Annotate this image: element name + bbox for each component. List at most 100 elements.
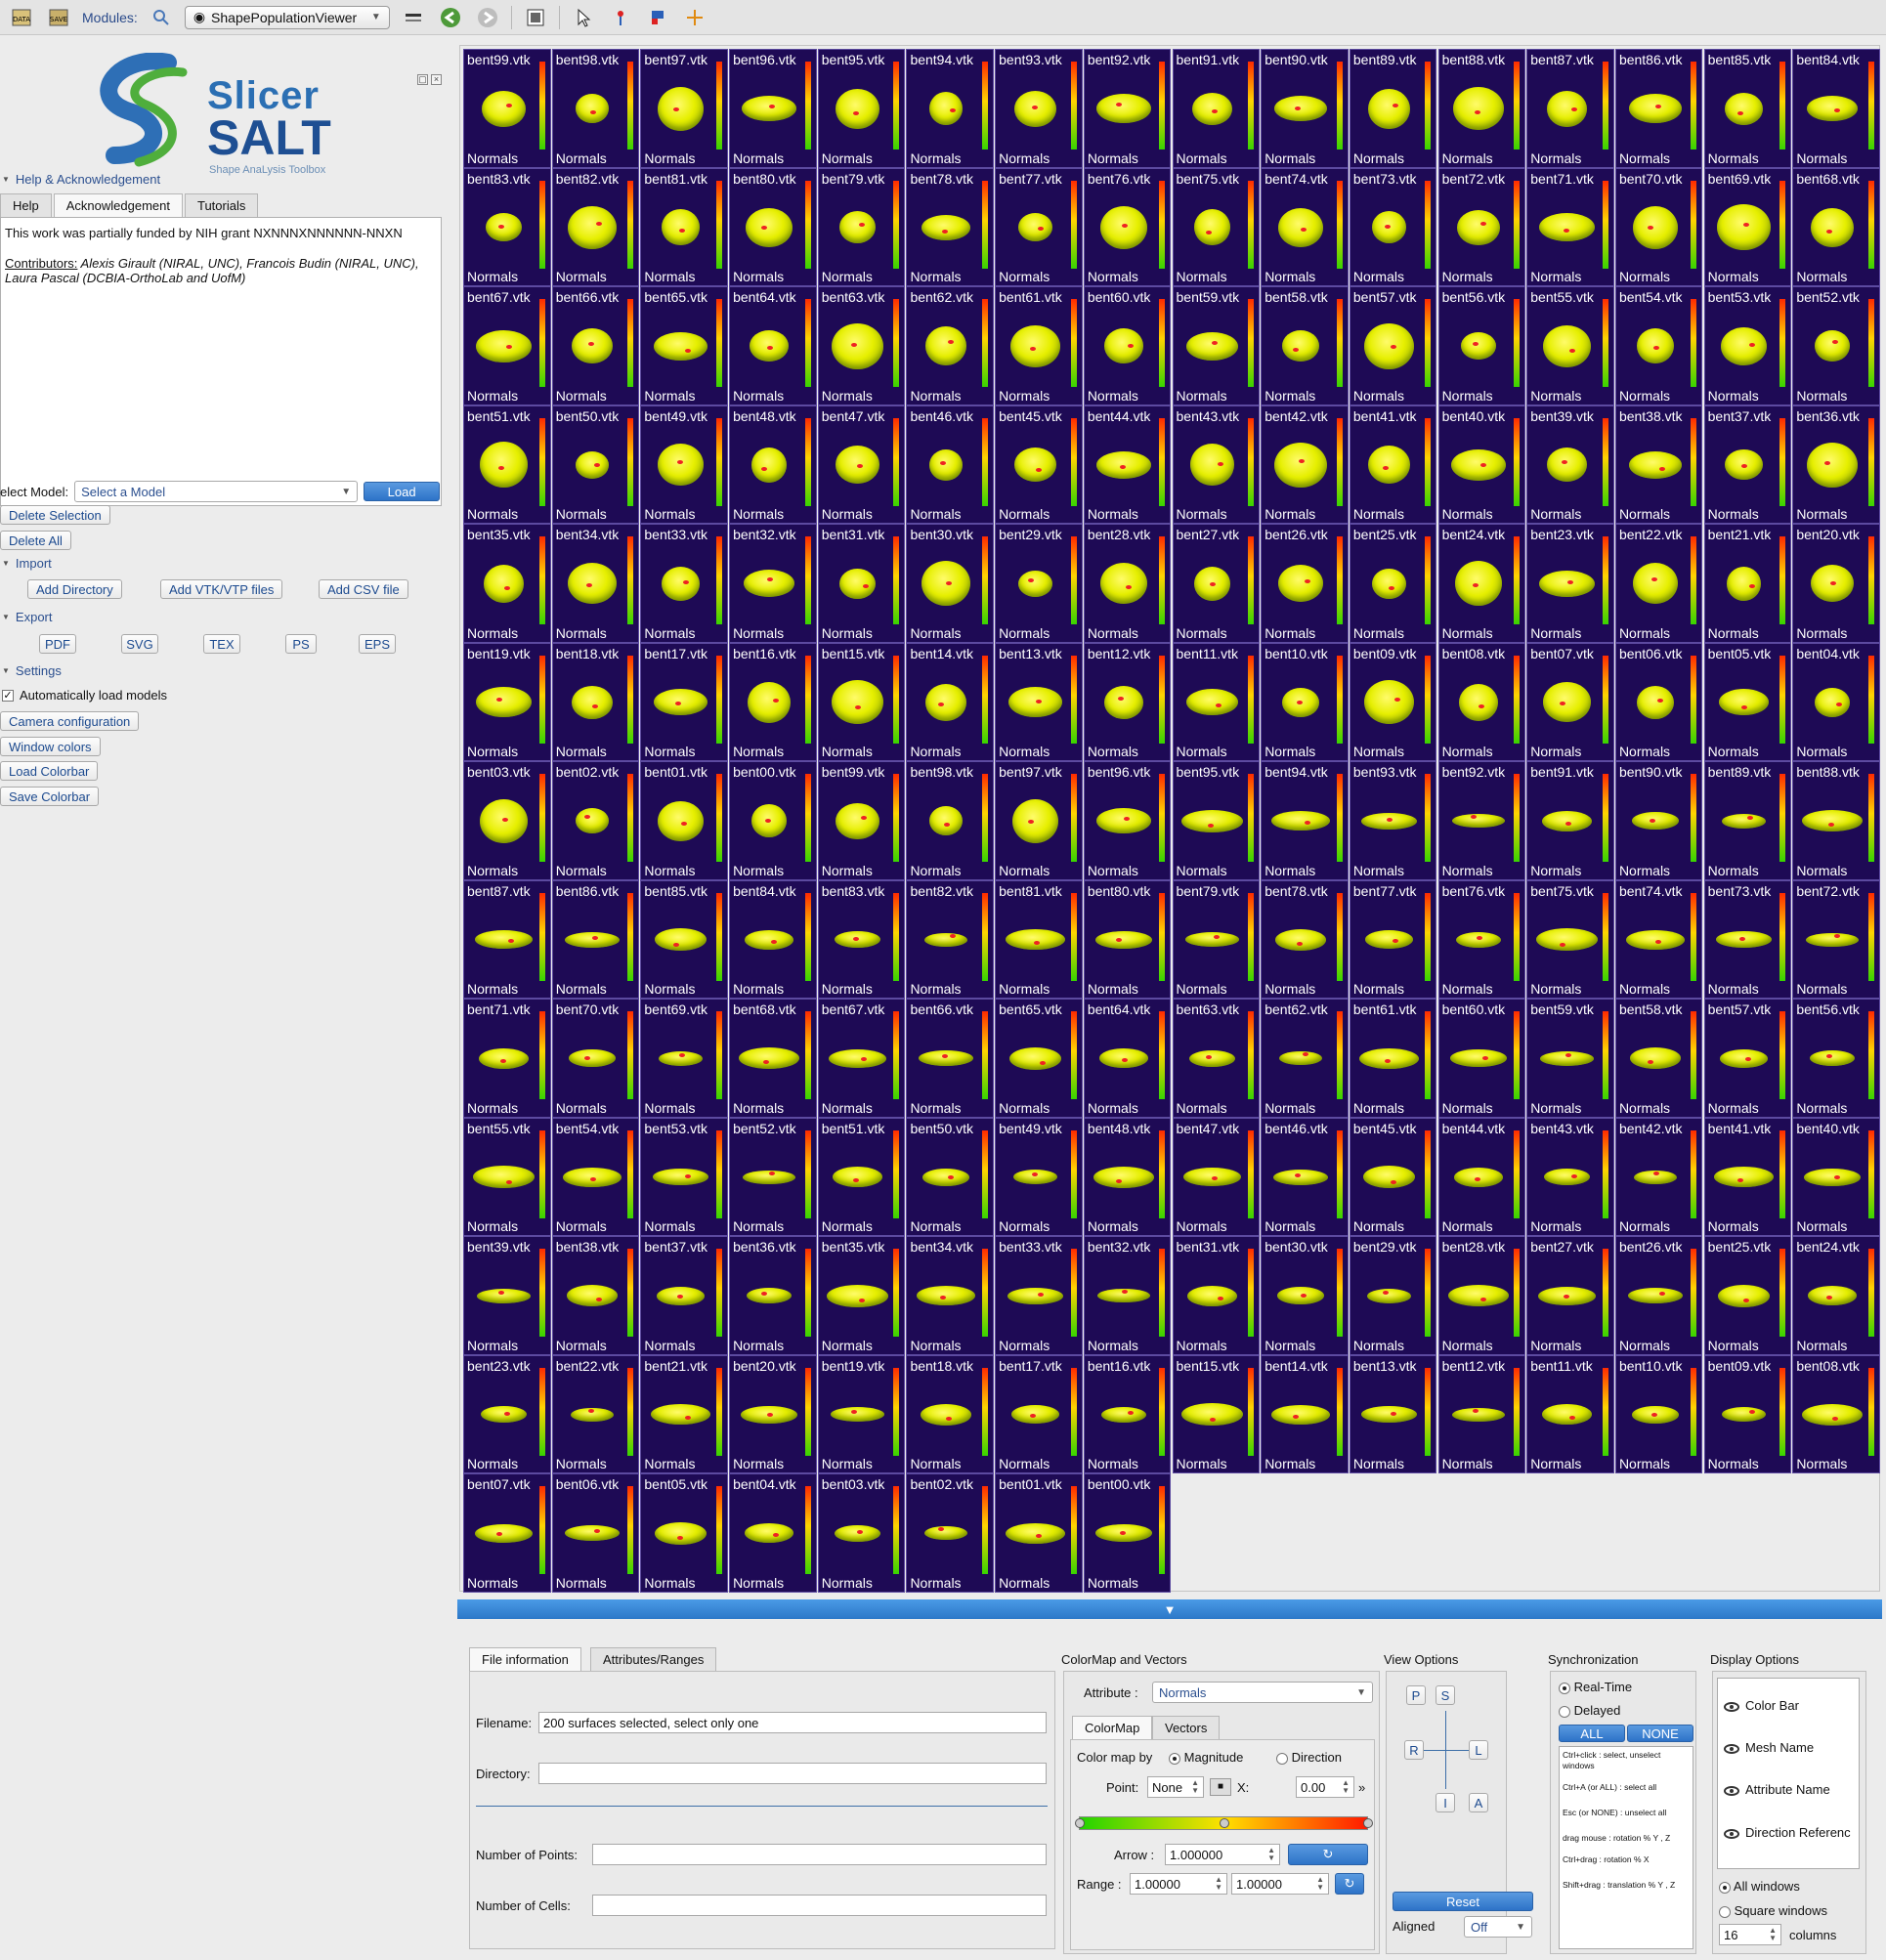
camera-config-button[interactable]: Camera configuration xyxy=(0,711,140,731)
render-window[interactable]: bent15.vtk Normals xyxy=(817,642,906,761)
window-colors-button[interactable]: Window colors xyxy=(0,737,101,756)
render-window[interactable]: bent30.vtk Normals xyxy=(906,524,994,643)
render-window[interactable]: bent51.vtk Normals xyxy=(817,1117,906,1236)
render-window[interactable]: bent63.vtk Normals xyxy=(817,286,906,405)
render-window[interactable]: bent14.vtk Normals xyxy=(1261,1354,1349,1473)
reset-button[interactable]: Reset xyxy=(1393,1892,1533,1911)
render-window[interactable]: bent48.vtk Normals xyxy=(729,405,817,524)
spin-arrows-icon[interactable]: ▲ ▼ xyxy=(1316,1876,1324,1892)
render-window[interactable]: bent91.vtk Normals xyxy=(1172,49,1260,168)
render-window[interactable]: bent49.vtk Normals xyxy=(640,405,728,524)
auto-load-row[interactable]: ✓ Automatically load models xyxy=(2,688,167,703)
render-window[interactable]: bent54.vtk Normals xyxy=(551,1117,640,1236)
render-window[interactable]: bent16.vtk Normals xyxy=(729,642,817,761)
render-window[interactable]: bent98.vtk Normals xyxy=(906,761,994,880)
render-window[interactable]: bent87.vtk Normals xyxy=(1526,49,1614,168)
render-window[interactable]: bent15.vtk Normals xyxy=(1172,1354,1260,1473)
delayed-option[interactable]: Delayed xyxy=(1559,1703,1620,1718)
render-window[interactable]: bent24.vtk Normals xyxy=(1437,524,1526,643)
realtime-option[interactable]: Real-Time xyxy=(1559,1680,1632,1694)
render-window[interactable]: bent02.vtk Normals xyxy=(551,761,640,880)
delete-all-button[interactable]: Delete All xyxy=(0,531,71,550)
render-window[interactable]: bent01.vtk Normals xyxy=(995,1473,1083,1593)
tab-acknowledgement[interactable]: Acknowledgement xyxy=(53,193,183,217)
render-window[interactable]: bent41.vtk Normals xyxy=(1703,1117,1792,1236)
render-window[interactable]: bent18.vtk Normals xyxy=(906,1354,994,1473)
render-window[interactable]: bent72.vtk Normals xyxy=(1792,879,1880,999)
render-window[interactable]: bent31.vtk Normals xyxy=(1172,1236,1260,1355)
tab-help[interactable]: Help xyxy=(0,193,52,217)
undock-icon[interactable]: ▢ xyxy=(417,74,428,85)
render-window[interactable]: bent62.vtk Normals xyxy=(906,286,994,405)
render-window[interactable]: bent06.vtk Normals xyxy=(551,1473,640,1593)
render-window[interactable]: bent32.vtk Normals xyxy=(1083,1236,1172,1355)
render-window[interactable]: bent32.vtk Normals xyxy=(729,524,817,643)
render-window[interactable]: bent30.vtk Normals xyxy=(1261,1236,1349,1355)
render-window[interactable]: bent22.vtk Normals xyxy=(551,1354,640,1473)
save-icon[interactable]: SAVE xyxy=(45,4,72,31)
render-window[interactable]: bent58.vtk Normals xyxy=(1614,999,1703,1118)
render-window[interactable]: bent31.vtk Normals xyxy=(817,524,906,643)
x-spinbox[interactable]: 0.00 ▲ ▼ xyxy=(1296,1776,1354,1798)
render-window[interactable]: bent90.vtk Normals xyxy=(1614,761,1703,880)
search-icon[interactable] xyxy=(148,4,175,31)
data-icon[interactable]: DATA xyxy=(8,4,35,31)
render-window[interactable]: bent67.vtk Normals xyxy=(817,999,906,1118)
render-window[interactable]: bent42.vtk Normals xyxy=(1261,405,1349,524)
render-window[interactable]: bent17.vtk Normals xyxy=(640,642,728,761)
select-none-button[interactable]: NONE xyxy=(1627,1725,1693,1742)
flag-icon[interactable] xyxy=(644,4,671,31)
render-window[interactable]: bent41.vtk Normals xyxy=(1349,405,1437,524)
render-window[interactable]: bent06.vtk Normals xyxy=(1614,642,1703,761)
render-window[interactable]: bent03.vtk Normals xyxy=(463,761,551,880)
render-window[interactable]: bent50.vtk Normals xyxy=(906,1117,994,1236)
render-window[interactable]: bent70.vtk Normals xyxy=(1614,167,1703,286)
render-window[interactable]: bent12.vtk Normals xyxy=(1437,1354,1526,1473)
view-superior-button[interactable]: S xyxy=(1436,1685,1455,1705)
render-window[interactable]: bent23.vtk Normals xyxy=(463,1354,551,1473)
forward-arrow-icon[interactable] xyxy=(474,4,501,31)
render-window[interactable]: bent33.vtk Normals xyxy=(640,524,728,643)
render-window[interactable]: bent09.vtk Normals xyxy=(1349,642,1437,761)
magnitude-option[interactable]: Magnitude xyxy=(1169,1750,1243,1765)
render-window[interactable]: bent43.vtk Normals xyxy=(1526,1117,1614,1236)
render-window[interactable]: bent86.vtk Normals xyxy=(1614,49,1703,168)
render-window[interactable]: bent78.vtk Normals xyxy=(1261,879,1349,999)
render-window[interactable]: bent56.vtk Normals xyxy=(1437,286,1526,405)
render-window[interactable]: bent50.vtk Normals xyxy=(551,405,640,524)
export-tex-button[interactable]: TEX xyxy=(203,634,240,654)
render-window[interactable]: bent21.vtk Normals xyxy=(1703,524,1792,643)
render-window[interactable]: bent73.vtk Normals xyxy=(1703,879,1792,999)
render-window[interactable]: bent73.vtk Normals xyxy=(1349,167,1437,286)
render-window[interactable]: bent80.vtk Normals xyxy=(1083,879,1172,999)
help-section-header[interactable]: ▼ Help & Acknowledgement xyxy=(2,172,160,187)
select-model-dropdown[interactable]: Select a Model ▼ xyxy=(74,481,359,502)
point-spinbox[interactable]: None ▲ ▼ xyxy=(1147,1776,1204,1798)
render-window[interactable]: bent11.vtk Normals xyxy=(1172,642,1260,761)
render-window[interactable]: bent81.vtk Normals xyxy=(995,879,1083,999)
render-window[interactable]: bent47.vtk Normals xyxy=(1172,1117,1260,1236)
render-window[interactable]: bent00.vtk Normals xyxy=(729,761,817,880)
render-window[interactable]: bent51.vtk Normals xyxy=(463,405,551,524)
aligned-dropdown[interactable]: Off ▼ xyxy=(1464,1916,1532,1938)
render-window[interactable]: bent65.vtk Normals xyxy=(995,999,1083,1118)
render-window[interactable]: bent77.vtk Normals xyxy=(1349,879,1437,999)
close-icon[interactable]: × xyxy=(431,74,442,85)
bottom-panel-toggle[interactable]: ▼ xyxy=(457,1599,1882,1619)
render-window[interactable]: bent11.vtk Normals xyxy=(1526,1354,1614,1473)
render-window[interactable]: bent08.vtk Normals xyxy=(1437,642,1526,761)
render-window[interactable]: bent44.vtk Normals xyxy=(1083,405,1172,524)
render-window[interactable]: bent83.vtk Normals xyxy=(817,879,906,999)
spin-arrows-icon[interactable]: ▲ ▼ xyxy=(1267,1847,1275,1862)
render-window[interactable]: bent59.vtk Normals xyxy=(1172,286,1260,405)
spin-arrows-icon[interactable]: ▲ ▼ xyxy=(1769,1927,1777,1942)
render-window[interactable]: bent89.vtk Normals xyxy=(1703,761,1792,880)
square-windows-radio[interactable] xyxy=(1719,1905,1731,1918)
render-window[interactable]: bent45.vtk Normals xyxy=(995,405,1083,524)
render-window[interactable]: bent69.vtk Normals xyxy=(1703,167,1792,286)
render-window[interactable]: bent96.vtk Normals xyxy=(1083,761,1172,880)
render-window[interactable]: bent76.vtk Normals xyxy=(1437,879,1526,999)
render-window[interactable]: bent29.vtk Normals xyxy=(1349,1236,1437,1355)
tab-vectors[interactable]: Vectors xyxy=(1152,1716,1221,1739)
render-window[interactable]: bent54.vtk Normals xyxy=(1614,286,1703,405)
